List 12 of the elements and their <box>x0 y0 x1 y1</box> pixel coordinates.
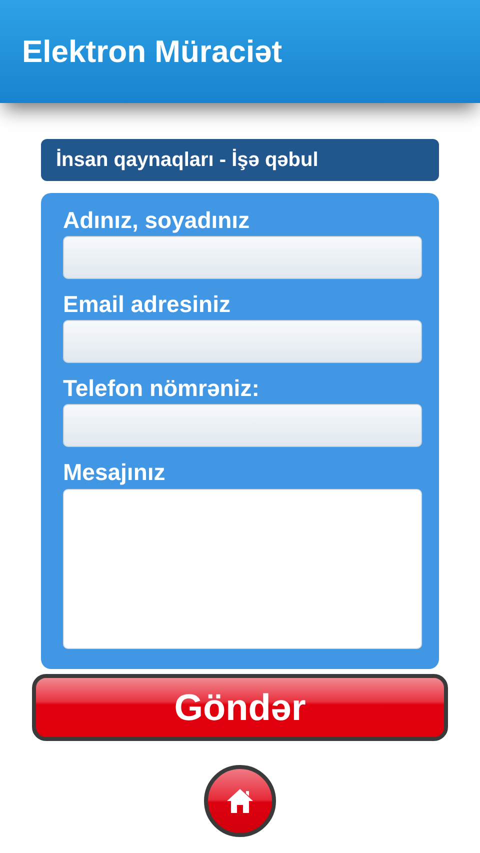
field-label: Email adresiniz <box>63 290 230 319</box>
page-title: Elektron Müraciət <box>22 34 282 70</box>
input-field[interactable] <box>63 236 422 279</box>
input-field[interactable] <box>63 320 422 363</box>
send-button[interactable]: Göndər <box>32 674 448 741</box>
field-label: Adınız, soyadınız <box>63 206 250 235</box>
input-field[interactable] <box>63 404 422 447</box>
field-label: Mesajınız <box>63 458 166 487</box>
message-field[interactable] <box>63 489 422 649</box>
field-label: Telefon nömrəniz: <box>63 374 260 403</box>
home-icon <box>225 787 255 815</box>
category-label: İnsan qaynaqları - İşə qəbul <box>56 148 318 172</box>
